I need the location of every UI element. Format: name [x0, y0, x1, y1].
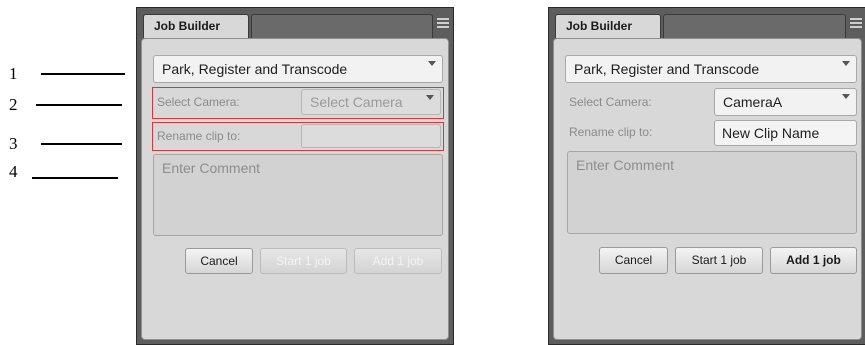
tab-bar: Job Builder [549, 8, 865, 38]
start-job-button[interactable]: Start 1 job [260, 248, 347, 274]
callout-line-2 [36, 104, 122, 106]
tab-bar-empty [663, 14, 846, 38]
callout-line-3 [41, 143, 122, 145]
job-builder-panel-left: Job Builder Park, Register and Transcode… [136, 7, 454, 345]
comment-textarea[interactable]: Enter Comment [153, 154, 443, 236]
tab-job-builder[interactable]: Job Builder [143, 14, 249, 38]
chevron-down-icon [842, 61, 850, 66]
highlight-select-camera [152, 87, 444, 119]
callout-line-4 [32, 177, 118, 179]
tab-job-builder[interactable]: Job Builder [555, 14, 661, 38]
select-camera-value: CameraA [723, 94, 783, 110]
callout-4: 4 [9, 162, 18, 181]
workflow-dropdown[interactable]: Park, Register and Transcode [153, 55, 443, 83]
callout-2: 2 [9, 95, 18, 114]
tab-bar: Job Builder [137, 8, 453, 38]
job-builder-panel-right: Job Builder Park, Register and Transcode… [548, 7, 865, 345]
callout-1: 1 [9, 64, 18, 83]
cancel-button[interactable]: Cancel [185, 248, 253, 274]
rename-clip-input[interactable]: New Clip Name [714, 120, 857, 146]
add-job-button[interactable]: Add 1 job [770, 247, 857, 274]
select-camera-label: Select Camera: [569, 95, 652, 109]
hamburger-menu-icon[interactable] [850, 18, 862, 30]
select-camera-dropdown[interactable]: CameraA [714, 88, 857, 116]
chevron-down-icon [428, 61, 436, 66]
workflow-value: Park, Register and Transcode [162, 61, 348, 77]
tab-bar-empty [251, 14, 433, 38]
callout-3: 3 [9, 134, 18, 153]
callout-line-1 [41, 73, 125, 75]
add-job-button[interactable]: Add 1 job [354, 248, 442, 274]
start-job-button[interactable]: Start 1 job [675, 247, 763, 274]
cancel-button[interactable]: Cancel [599, 247, 668, 274]
workflow-dropdown[interactable]: Park, Register and Transcode [565, 55, 857, 83]
hamburger-menu-icon[interactable] [437, 18, 449, 30]
comment-textarea[interactable]: Enter Comment [567, 151, 857, 234]
highlight-rename-clip [152, 122, 444, 151]
workflow-value: Park, Register and Transcode [574, 61, 760, 77]
rename-clip-label: Rename clip to: [569, 125, 653, 139]
chevron-down-icon [842, 94, 850, 99]
